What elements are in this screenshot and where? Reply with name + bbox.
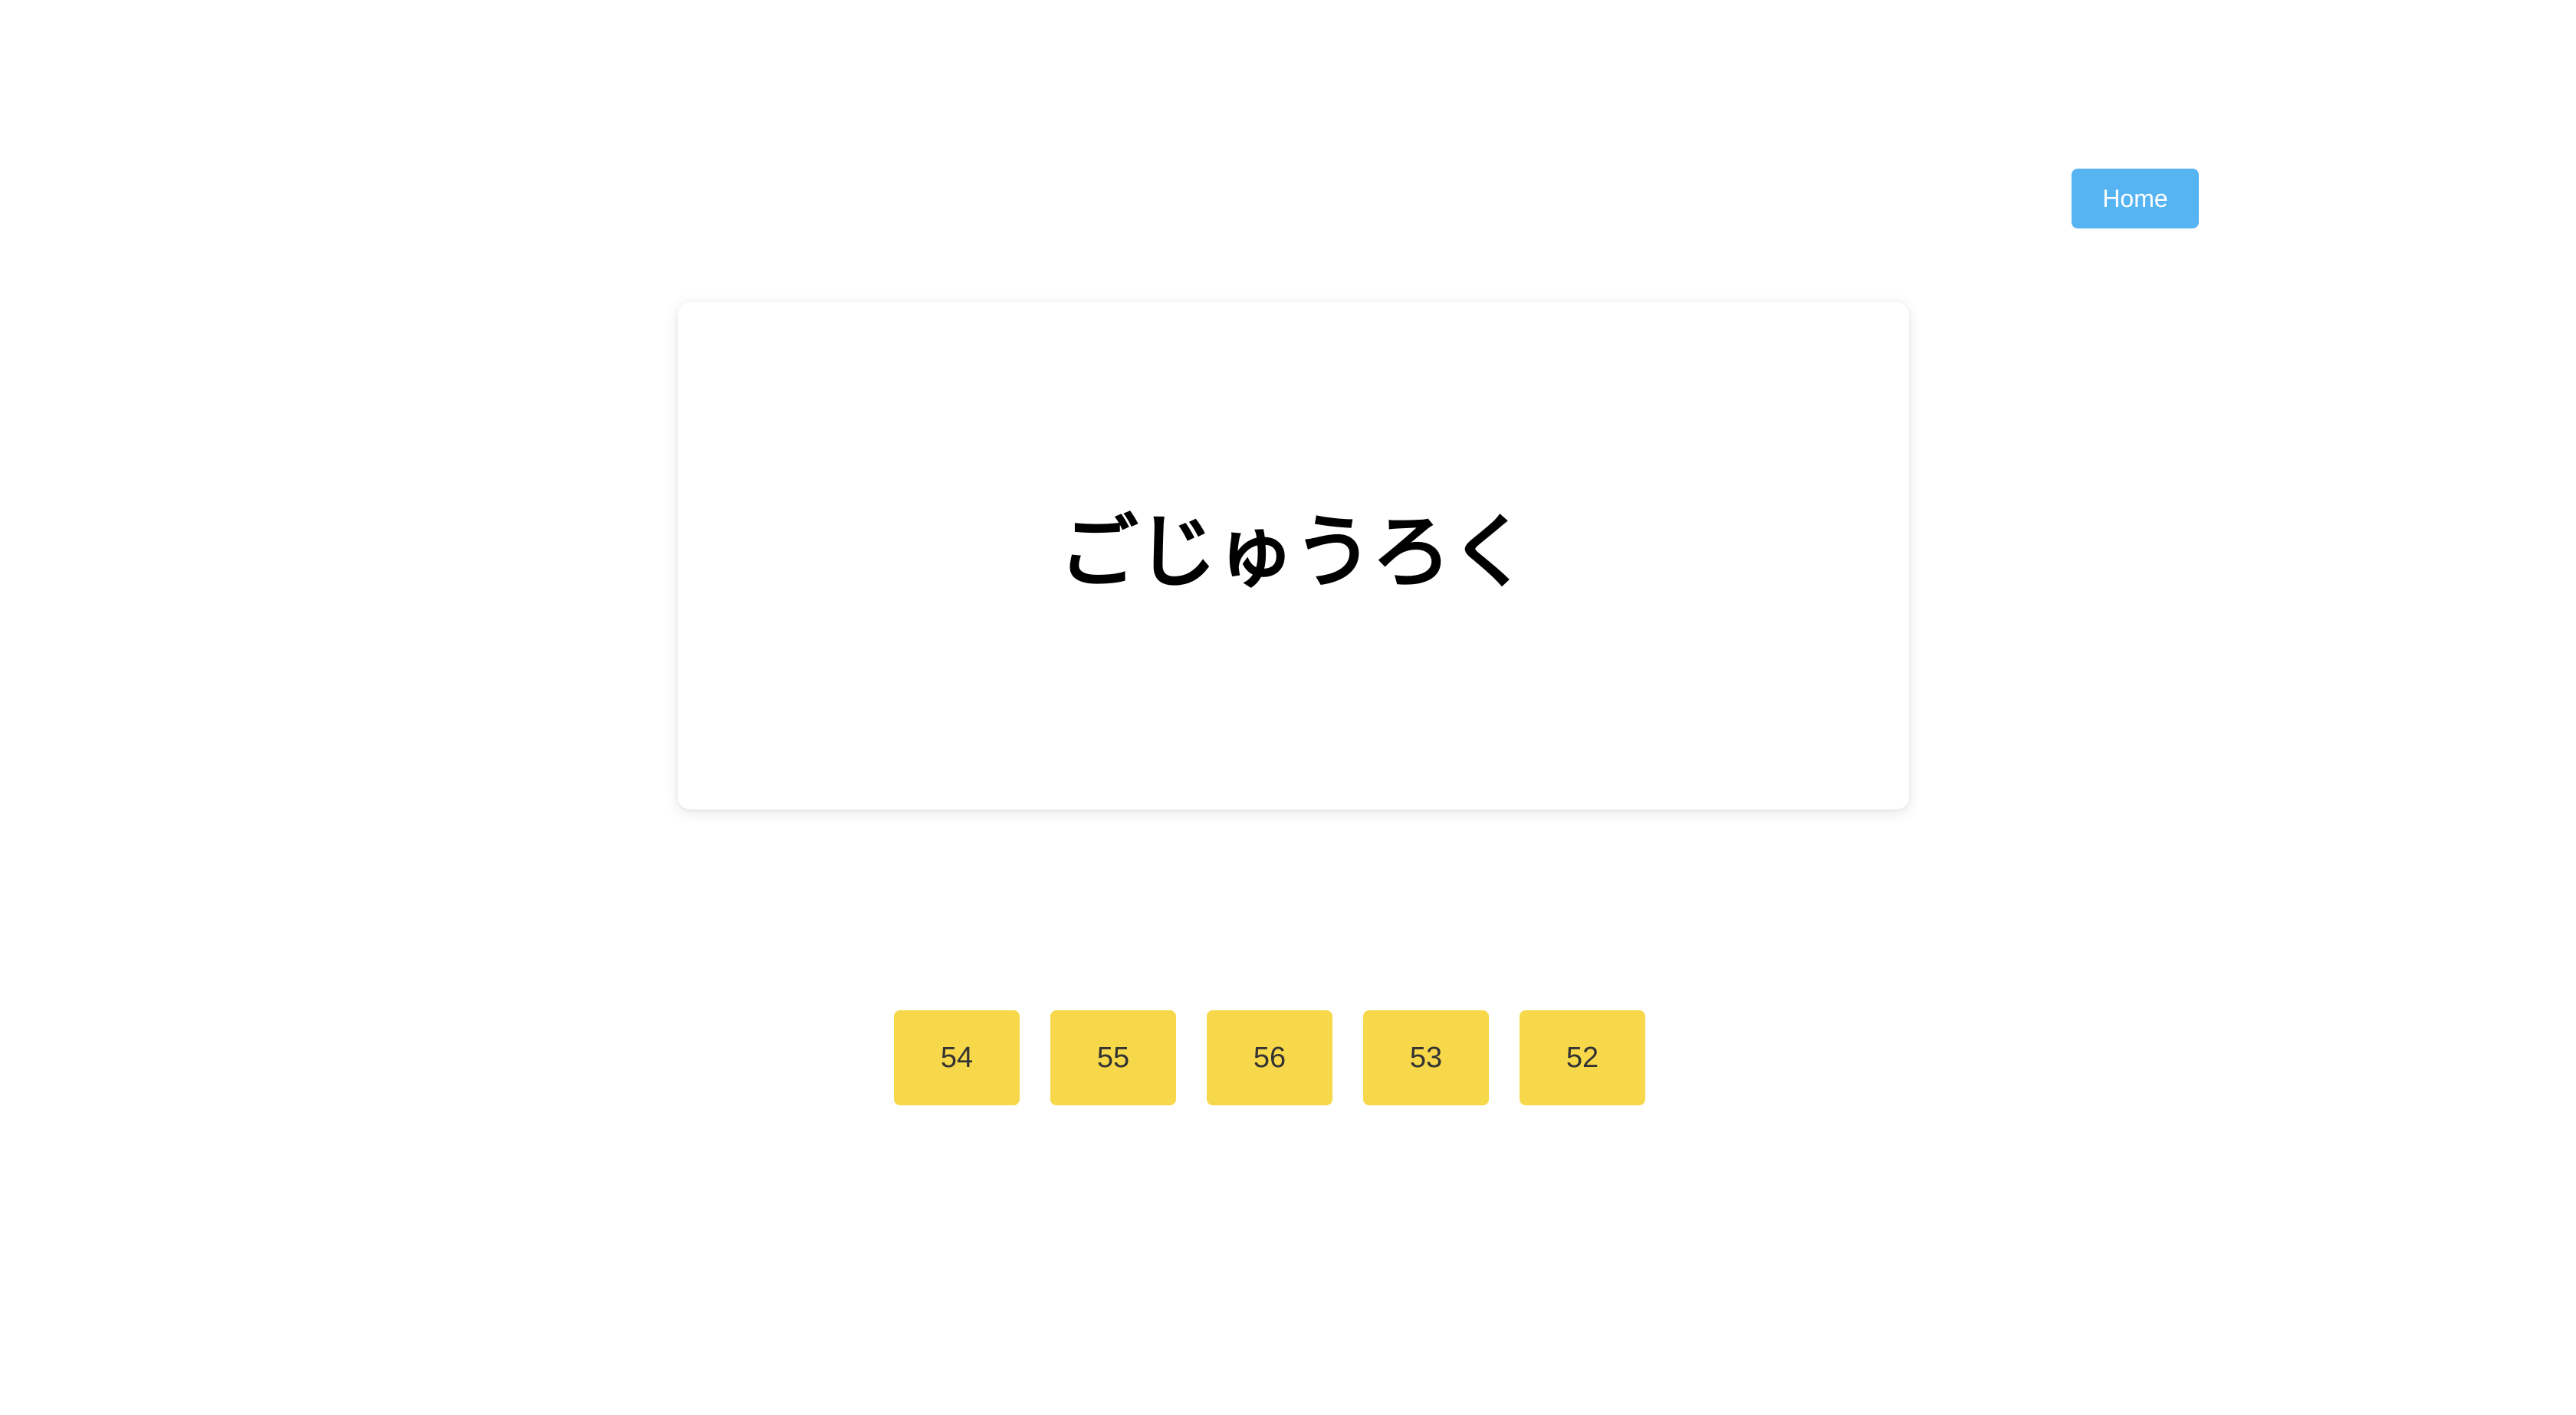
home-button[interactable]: Home (2072, 169, 2199, 228)
prompt-card: ごじゅうろく (678, 302, 1909, 809)
quiz-page: Home ごじゅうろく 54 55 56 53 52 (0, 0, 2576, 1415)
answer-option-1[interactable]: 54 (894, 1010, 1020, 1105)
answer-option-4[interactable]: 53 (1363, 1010, 1489, 1105)
answer-option-2[interactable]: 55 (1050, 1010, 1176, 1105)
prompt-word: ごじゅうろく (1058, 504, 1530, 599)
answer-option-3[interactable]: 56 (1207, 1010, 1332, 1105)
answer-option-5[interactable]: 52 (1520, 1010, 1645, 1105)
answer-options: 54 55 56 53 52 (894, 1010, 1645, 1105)
